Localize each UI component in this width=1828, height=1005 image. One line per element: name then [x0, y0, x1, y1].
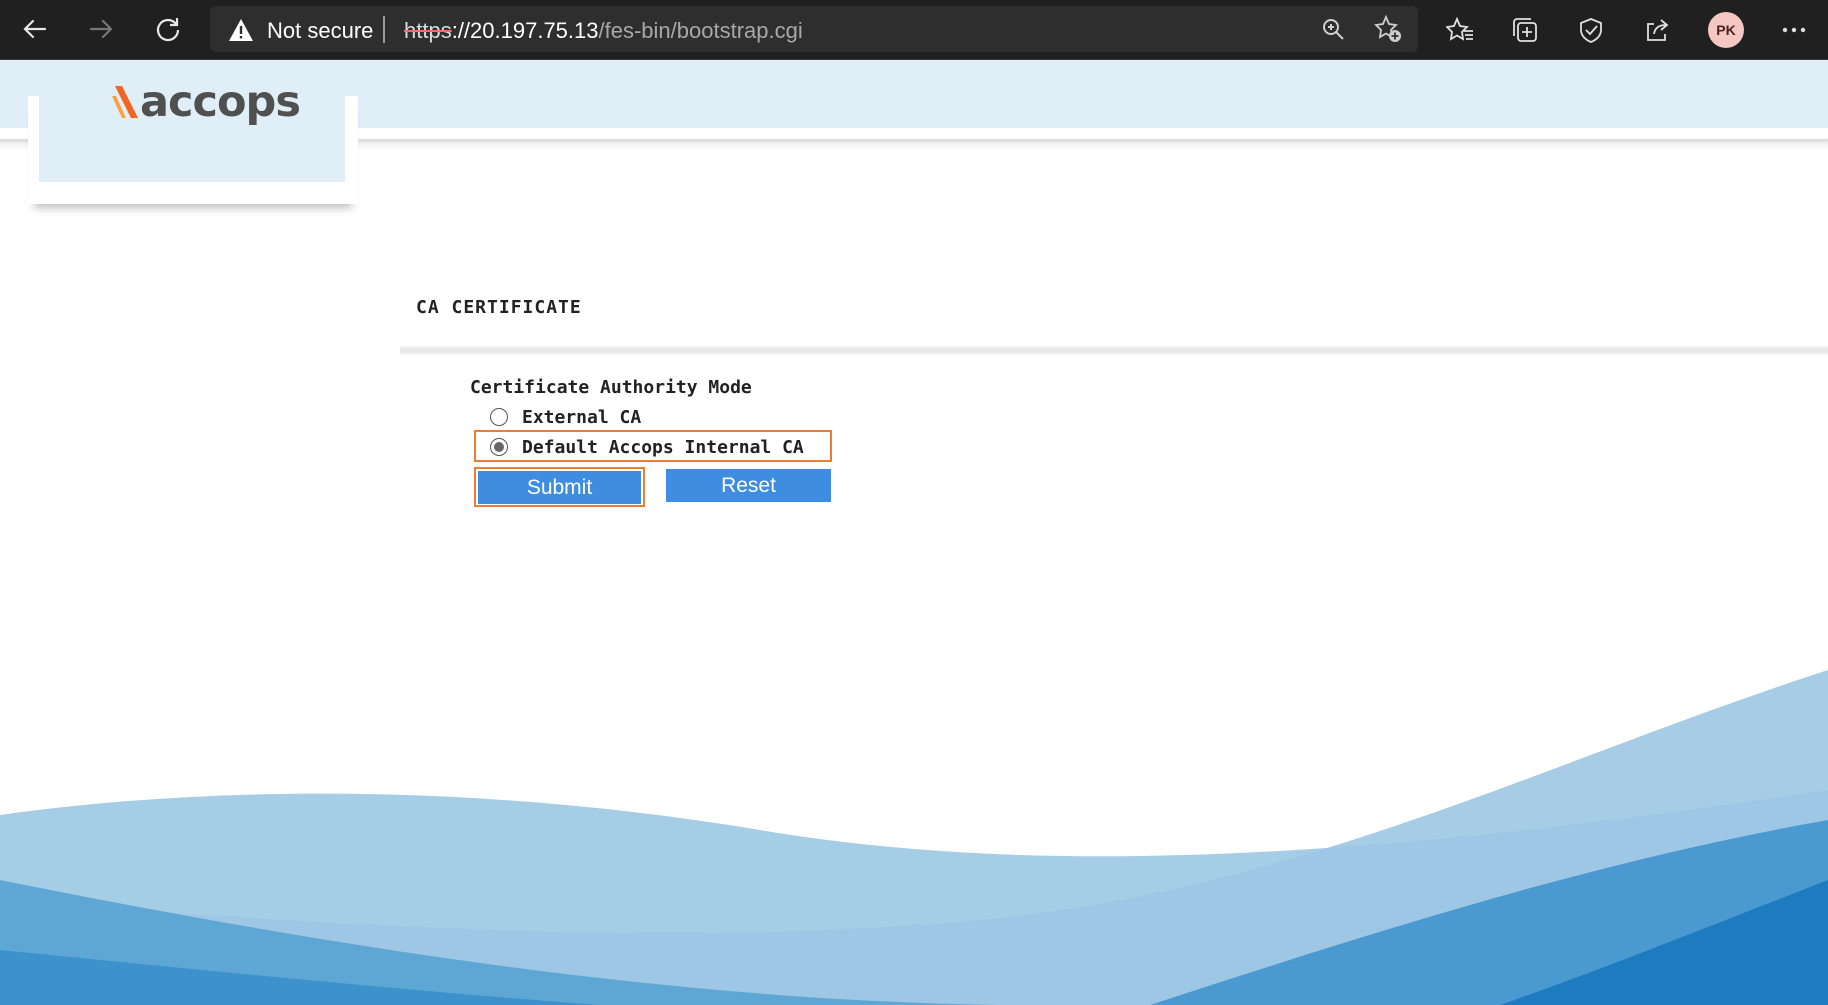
collections-button[interactable]: [1508, 13, 1542, 47]
radio-internal-ca[interactable]: Default Accops Internal CA: [490, 434, 804, 460]
url-host: ://20.197.75.13: [451, 18, 599, 43]
forward-icon: [89, 19, 113, 39]
url-path: /fes-bin/bootstrap.cgi: [598, 18, 803, 43]
collections-icon: [1513, 18, 1537, 42]
forward-button[interactable]: [78, 6, 124, 52]
more-icon: [1782, 27, 1806, 33]
section-divider: [400, 346, 1828, 356]
address-separator: [383, 16, 385, 43]
extensions-icon: [1580, 18, 1602, 43]
extensions-button[interactable]: [1574, 13, 1608, 47]
share-button[interactable]: [1640, 13, 1674, 47]
refresh-icon: [156, 18, 180, 42]
profile-avatar[interactable]: PK: [1708, 12, 1744, 48]
url-scheme: https: [404, 18, 452, 43]
accops-logo: accops: [112, 74, 301, 130]
ca-mode-label: Certificate Authority Mode: [470, 377, 752, 398]
section-title: CA CERTIFICATE: [416, 297, 582, 318]
radio-button-external-ca[interactable]: [490, 408, 508, 426]
radio-button-internal-ca[interactable]: [490, 438, 508, 456]
submit-button[interactable]: Submit: [478, 471, 641, 504]
reset-button[interactable]: Reset: [666, 469, 831, 502]
favorites-button[interactable]: [1443, 13, 1477, 47]
logo-mark-icon: [112, 86, 138, 118]
radio-selected-dot: [494, 442, 504, 452]
back-button[interactable]: [12, 6, 58, 52]
browser-toolbar: Not secure https://20.197.75.13/fes-bin/…: [0, 0, 1828, 60]
radio-external-ca[interactable]: External CA: [490, 404, 641, 430]
favorites-icon: [1446, 16, 1473, 41]
zoom-button[interactable]: [1318, 14, 1348, 44]
share-icon: [1647, 19, 1669, 41]
radio-label-internal-ca[interactable]: Default Accops Internal CA: [522, 437, 804, 458]
refresh-button[interactable]: [145, 6, 191, 52]
url-text[interactable]: https://20.197.75.13/fes-bin/bootstrap.c…: [404, 18, 803, 44]
back-icon: [23, 19, 47, 39]
security-status[interactable]: Not secure: [267, 18, 373, 44]
radio-label-external-ca[interactable]: External CA: [522, 407, 641, 428]
more-button[interactable]: [1776, 12, 1812, 48]
warning-icon: [229, 19, 253, 41]
logo-text: accops: [140, 77, 301, 127]
add-favorite-icon: [1374, 15, 1401, 42]
address-bar[interactable]: Not secure https://20.197.75.13/fes-bin/…: [210, 6, 1418, 52]
zoom-icon: [1323, 19, 1344, 40]
add-favorite-button[interactable]: [1373, 14, 1403, 44]
